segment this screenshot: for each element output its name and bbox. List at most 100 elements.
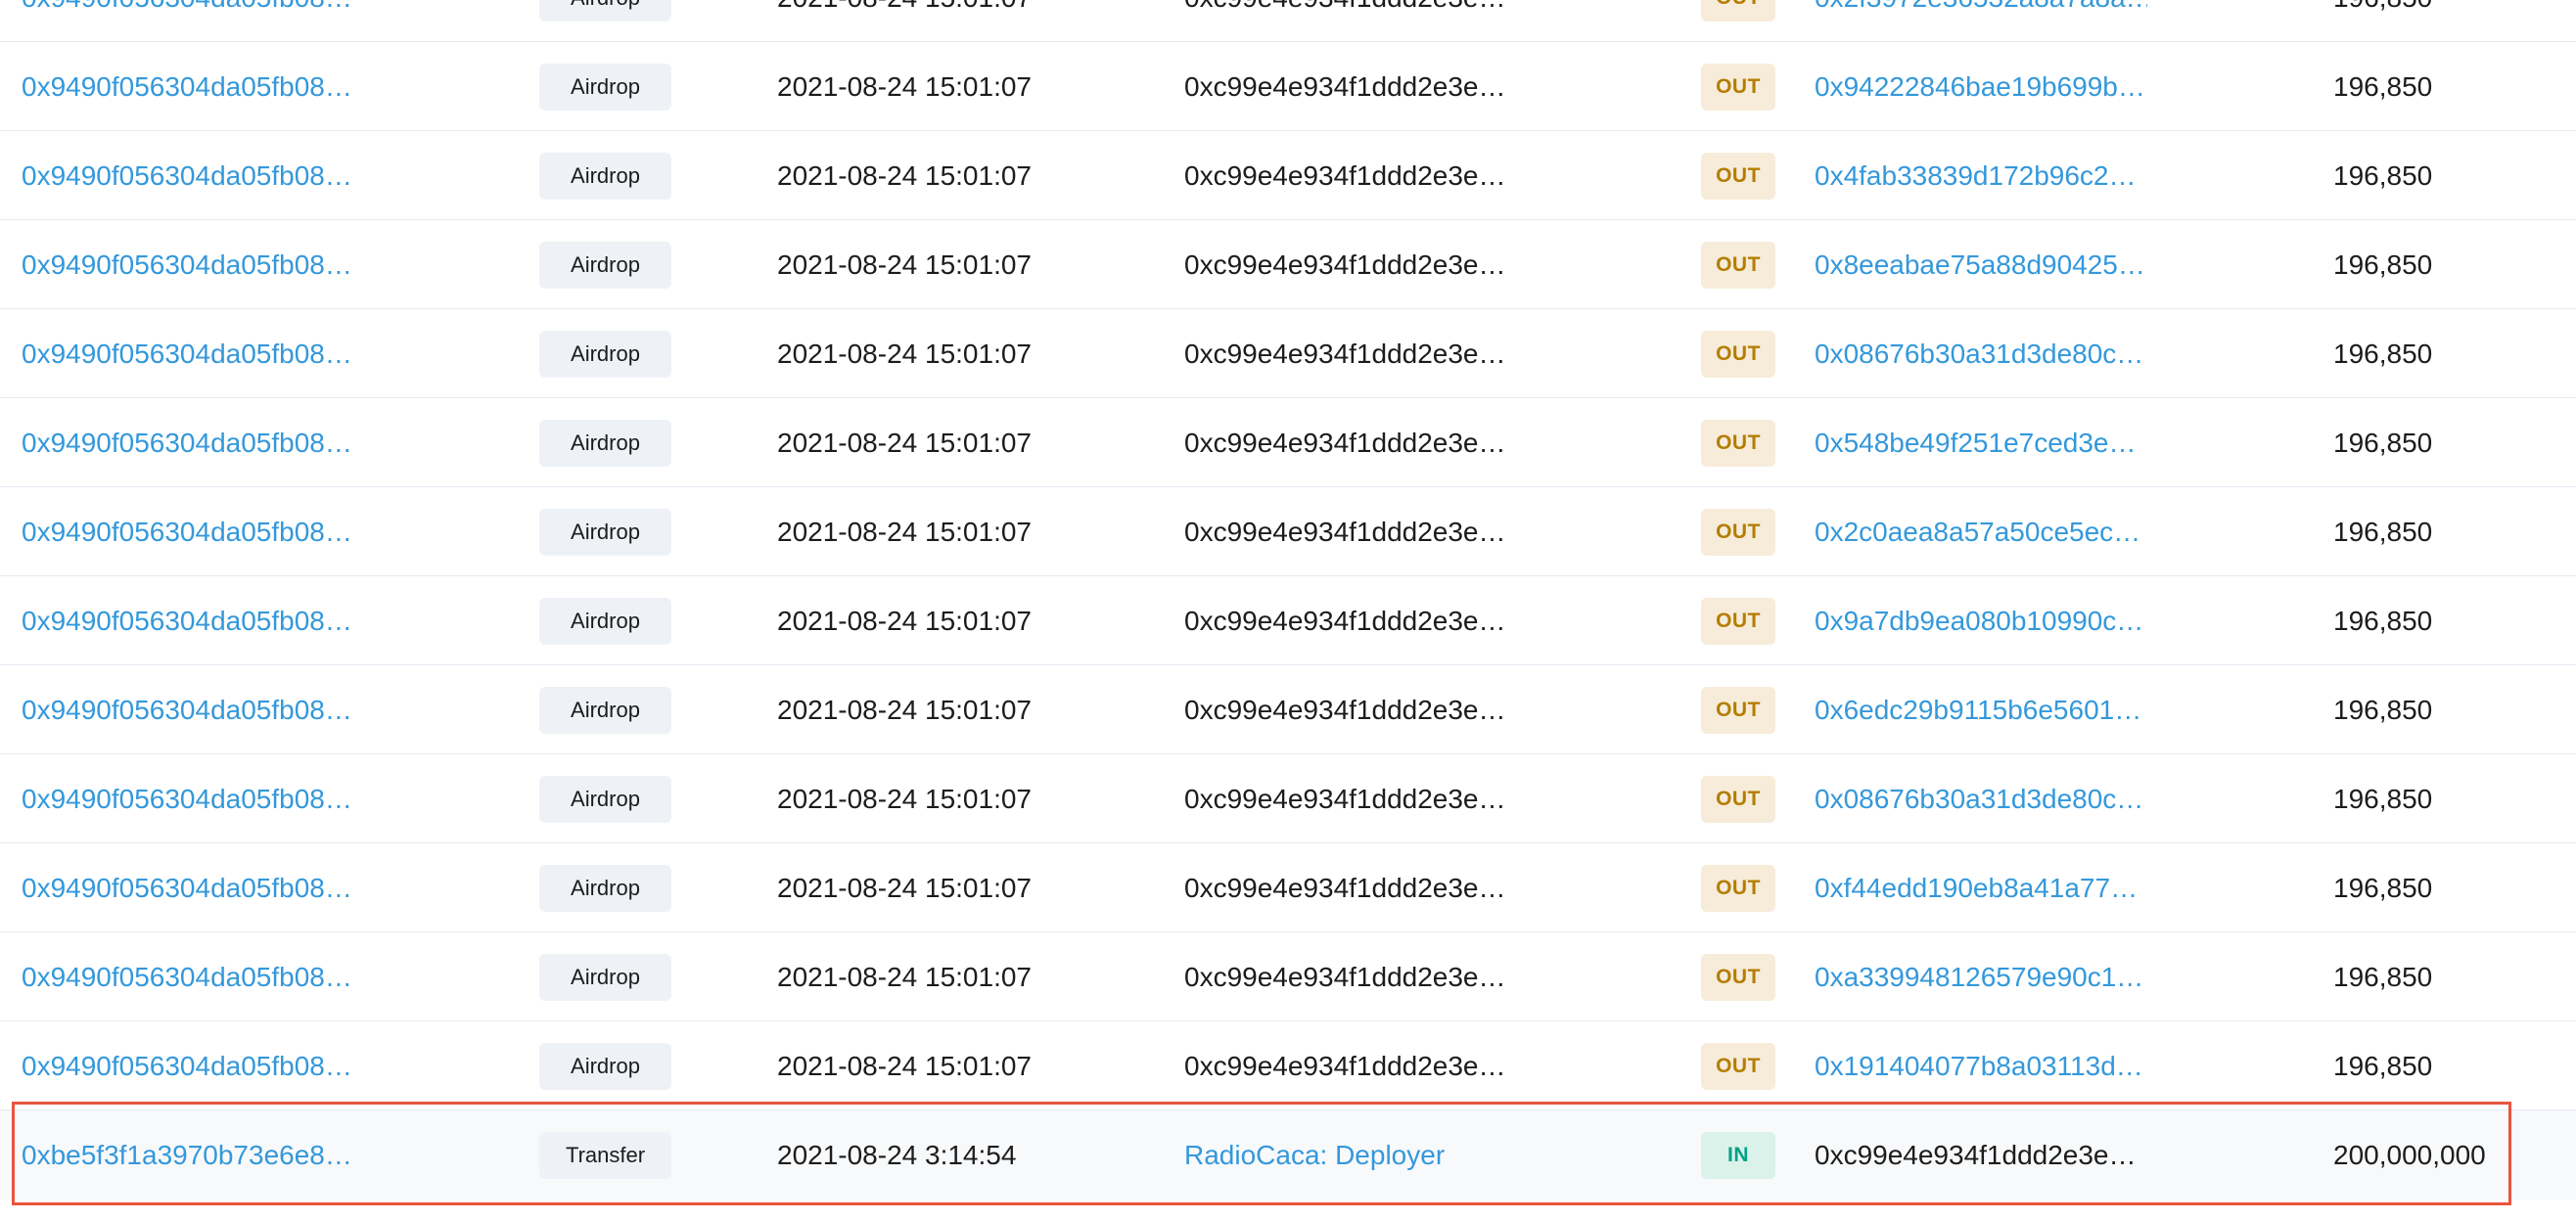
- from-address: 0xc99e4e934f1ddd2e3e…: [1184, 961, 1506, 992]
- direction-badge: OUT: [1701, 775, 1775, 823]
- direction-cell: OUT: [1701, 1021, 1775, 1110]
- method-badge: Airdrop: [539, 686, 671, 734]
- direction-cell: OUT: [1701, 0, 1775, 42]
- direction-cell: OUT: [1701, 576, 1775, 665]
- quantity-cell: 196,850: [2333, 961, 2433, 992]
- direction-cell: OUT: [1701, 220, 1775, 309]
- method-badge: Airdrop: [539, 419, 671, 467]
- direction-badge: OUT: [1701, 953, 1775, 1001]
- txn-hash-link[interactable]: 0x9490f056304da05fb08…: [22, 576, 354, 665]
- method-cell: Transfer: [539, 1110, 671, 1199]
- txn-hash-link[interactable]: 0x9490f056304da05fb08…: [22, 0, 354, 42]
- method-cell: Airdrop: [539, 932, 671, 1021]
- table-row: 0x9490f056304da05fb08… Airdrop 2021-08-2…: [0, 487, 2576, 576]
- age-cell: 2021-08-24 3:14:54: [777, 1139, 1017, 1170]
- direction-cell: OUT: [1701, 42, 1775, 131]
- txn-hash-link[interactable]: 0x9490f056304da05fb08…: [22, 754, 354, 843]
- to-address-link[interactable]: 0x9a7db9ea080b10990c…: [1815, 576, 2147, 665]
- direction-cell: OUT: [1701, 932, 1775, 1021]
- age-cell: 2021-08-24 15:01:07: [777, 783, 1032, 814]
- quantity-cell: 196,850: [2333, 605, 2433, 636]
- method-cell: Airdrop: [539, 309, 671, 398]
- from-address: 0xc99e4e934f1ddd2e3e…: [1184, 783, 1506, 814]
- to-address-link[interactable]: 0x8eeabae75a88d90425…: [1815, 220, 2147, 309]
- to-address-link[interactable]: 0x08676b30a31d3de80c…: [1815, 754, 2147, 843]
- txn-hash-link[interactable]: 0x9490f056304da05fb08…: [22, 1021, 354, 1110]
- txn-hash-link[interactable]: 0x9490f056304da05fb08…: [22, 843, 354, 932]
- table-row-highlighted: 0xbe5f3f1a3970b73e6e8… Transfer 2021-08-…: [0, 1110, 2576, 1199]
- method-cell: Airdrop: [539, 42, 671, 131]
- txn-hash-link[interactable]: 0x9490f056304da05fb08…: [22, 309, 354, 398]
- txn-hash-link[interactable]: 0xbe5f3f1a3970b73e6e8…: [22, 1110, 354, 1199]
- from-address-link[interactable]: RadioCaca: Deployer: [1184, 1110, 1517, 1199]
- direction-cell: IN: [1701, 1110, 1775, 1199]
- method-badge: Airdrop: [539, 864, 671, 912]
- method-badge: Airdrop: [539, 1042, 671, 1090]
- direction-badge: OUT: [1701, 597, 1775, 645]
- quantity-cell: 196,850: [2333, 694, 2433, 725]
- age-cell: 2021-08-24 15:01:07: [777, 249, 1032, 280]
- txn-hash-link[interactable]: 0x9490f056304da05fb08…: [22, 131, 354, 220]
- txn-hash-link[interactable]: 0x9490f056304da05fb08…: [22, 665, 354, 754]
- quantity-cell: 196,850: [2333, 338, 2433, 369]
- token-transfers-table: 0x9490f056304da05fb08… Airdrop 2021-08-2…: [0, 0, 2576, 1199]
- direction-badge: OUT: [1701, 686, 1775, 734]
- table-row: 0x9490f056304da05fb08… Airdrop 2021-08-2…: [0, 1021, 2576, 1110]
- txn-hash-link[interactable]: 0x9490f056304da05fb08…: [22, 220, 354, 309]
- table-row: 0x9490f056304da05fb08… Airdrop 2021-08-2…: [0, 754, 2576, 843]
- to-address-link[interactable]: 0xa339948126579e90c1…: [1815, 932, 2147, 1021]
- age-cell: 2021-08-24 15:01:07: [777, 1050, 1032, 1081]
- direction-badge: OUT: [1701, 241, 1775, 289]
- to-address-link[interactable]: 0x4fab33839d172b96c2…: [1815, 131, 2147, 220]
- txn-hash-link[interactable]: 0x9490f056304da05fb08…: [22, 932, 354, 1021]
- method-badge: Airdrop: [539, 152, 671, 200]
- table-row: 0x9490f056304da05fb08… Airdrop 2021-08-2…: [0, 665, 2576, 754]
- method-cell: Airdrop: [539, 576, 671, 665]
- direction-cell: OUT: [1701, 309, 1775, 398]
- quantity-cell: 196,850: [2333, 516, 2433, 547]
- method-badge: Airdrop: [539, 953, 671, 1001]
- age-cell: 2021-08-24 15:01:07: [777, 159, 1032, 191]
- direction-cell: OUT: [1701, 487, 1775, 576]
- to-address-link[interactable]: 0x548be49f251e7ced3e…: [1815, 398, 2147, 487]
- quantity-cell: 196,850: [2333, 159, 2433, 191]
- direction-badge: OUT: [1701, 508, 1775, 556]
- to-address-link[interactable]: 0x2c0aea8a57a50ce5ec…: [1815, 487, 2147, 576]
- from-address: 0xc99e4e934f1ddd2e3e…: [1184, 0, 1517, 42]
- direction-badge: IN: [1701, 1131, 1775, 1179]
- method-cell: Airdrop: [539, 665, 671, 754]
- to-address-link[interactable]: 0x191404077b8a03113d…: [1815, 1021, 2147, 1110]
- to-address-link[interactable]: 0x08676b30a31d3de80c…: [1815, 309, 2147, 398]
- method-badge: Airdrop: [539, 0, 671, 22]
- method-cell: Airdrop: [539, 0, 671, 42]
- quantity-cell: 196,850: [2333, 872, 2433, 903]
- direction-badge: OUT: [1701, 152, 1775, 200]
- method-cell: Airdrop: [539, 398, 671, 487]
- quantity-cell: 196,850: [2333, 70, 2433, 102]
- from-address: 0xc99e4e934f1ddd2e3e…: [1184, 70, 1506, 102]
- to-address-link[interactable]: 0x94222846bae19b699b…: [1815, 42, 2147, 131]
- table-row: 0x9490f056304da05fb08… Airdrop 2021-08-2…: [0, 843, 2576, 932]
- txn-hash-link[interactable]: 0x9490f056304da05fb08…: [22, 398, 354, 487]
- table-row: 0x9490f056304da05fb08… Airdrop 2021-08-2…: [0, 932, 2576, 1021]
- from-address: 0xc99e4e934f1ddd2e3e…: [1184, 872, 1506, 903]
- txn-hash-link[interactable]: 0x9490f056304da05fb08…: [22, 42, 354, 131]
- age-cell: 2021-08-24 15:01:07: [777, 872, 1032, 903]
- to-address-link[interactable]: 0xf44edd190eb8a41a77…: [1815, 843, 2147, 932]
- to-address: 0xc99e4e934f1ddd2e3e…: [1815, 1139, 2137, 1170]
- direction-badge: OUT: [1701, 1042, 1775, 1090]
- quantity-cell: 196,850: [2333, 1050, 2433, 1081]
- age-cell: 2021-08-24 15:01:07: [777, 338, 1032, 369]
- age-cell: 2021-08-24 15:01:07: [777, 605, 1032, 636]
- to-address-link[interactable]: 0x6edc29b9115b6e5601…: [1815, 665, 2147, 754]
- to-address-link[interactable]: 0x2f3972e36532a8a7a8a…: [1815, 0, 2147, 42]
- from-address: 0xc99e4e934f1ddd2e3e…: [1184, 249, 1506, 280]
- direction-cell: OUT: [1701, 843, 1775, 932]
- table-row: 0x9490f056304da05fb08… Airdrop 2021-08-2…: [0, 576, 2576, 665]
- table-row: 0x9490f056304da05fb08… Airdrop 2021-08-2…: [0, 42, 2576, 131]
- txn-hash-link[interactable]: 0x9490f056304da05fb08…: [22, 487, 354, 576]
- method-cell: Airdrop: [539, 843, 671, 932]
- from-address: 0xc99e4e934f1ddd2e3e…: [1184, 1050, 1506, 1081]
- table-row: 0x9490f056304da05fb08… Airdrop 2021-08-2…: [0, 398, 2576, 487]
- method-badge: Airdrop: [539, 508, 671, 556]
